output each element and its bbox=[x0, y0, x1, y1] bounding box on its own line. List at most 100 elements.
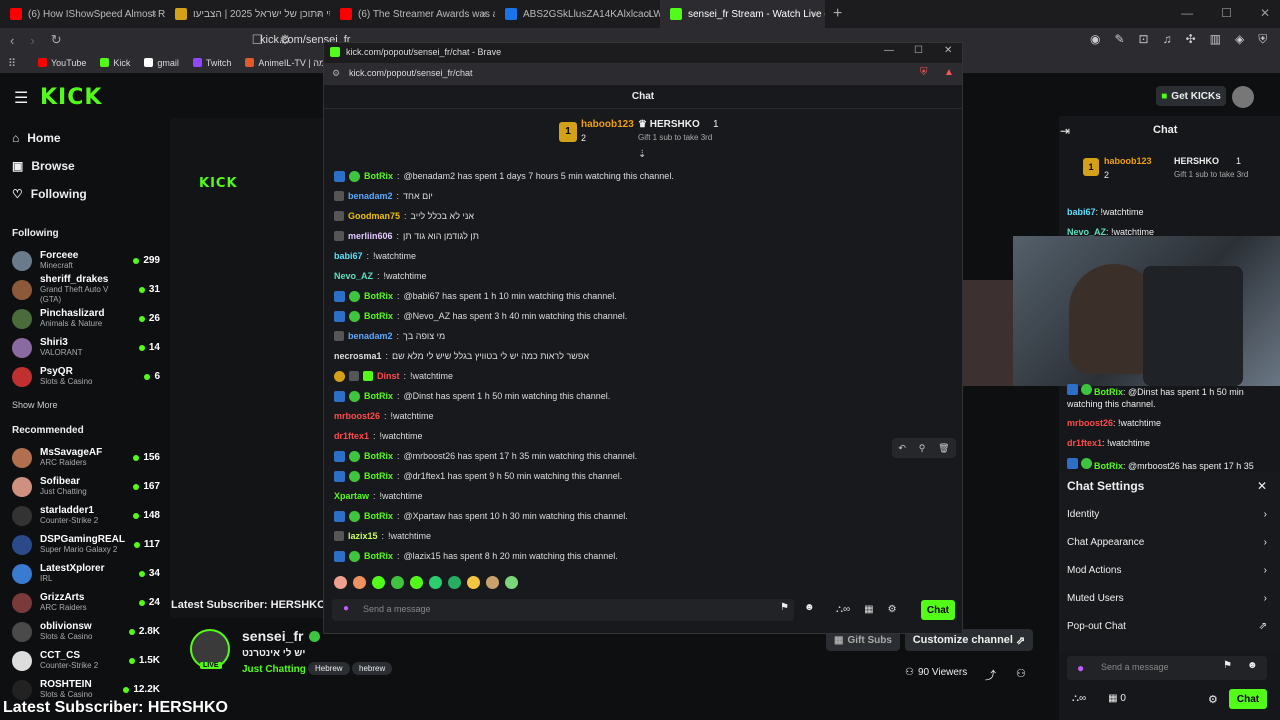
browser-tab[interactable]: (6) The Streamer Awards was a Disast× bbox=[330, 0, 495, 28]
right-message-input[interactable]: ● Send a message ⚑ ☻ bbox=[1067, 656, 1267, 680]
chat-username[interactable]: Goodman75 bbox=[348, 211, 400, 221]
reply-icon[interactable]: ↶ bbox=[898, 443, 906, 454]
channel-item[interactable]: LatestXplorer IRL 34 bbox=[12, 559, 160, 588]
chat-username[interactable]: BotRix bbox=[364, 511, 393, 521]
settings-icon[interactable]: ⚙ bbox=[888, 604, 897, 615]
chat-username[interactable]: BotRix bbox=[364, 391, 393, 401]
close-icon[interactable]: ✕ bbox=[944, 45, 952, 56]
close-icon[interactable]: ✕ bbox=[1260, 6, 1270, 20]
extension-icon[interactable]: ⊡ bbox=[1139, 32, 1149, 47]
window-controls[interactable]: — ☐ ✕ bbox=[1181, 6, 1270, 20]
channel-item[interactable]: DSPGamingREAL Super Mario Galaxy 2 117 bbox=[12, 530, 160, 559]
minimize-icon[interactable]: — bbox=[884, 45, 894, 56]
chat-username[interactable]: Nevo_AZ bbox=[334, 271, 373, 281]
chat-setting-item[interactable]: Pop-out Chat ⇗ bbox=[1067, 621, 1267, 632]
puzzle-icon[interactable]: ✣ bbox=[1186, 32, 1196, 47]
points-icon[interactable]: ⛬∞ bbox=[1072, 693, 1086, 704]
emoji-icon[interactable]: ☻ bbox=[804, 602, 815, 613]
minimize-icon[interactable]: — bbox=[1181, 6, 1193, 20]
chat-username[interactable]: BotRix bbox=[364, 551, 393, 561]
right-leader2-name[interactable]: HERSHKO bbox=[1174, 156, 1219, 166]
close-tab-icon[interactable]: × bbox=[316, 9, 322, 20]
site-info-icon[interactable]: ⚙ bbox=[332, 68, 340, 79]
chat-send-button[interactable]: Chat bbox=[921, 600, 955, 620]
nav-home[interactable]: ⌂ Home bbox=[12, 131, 87, 145]
chat-username[interactable]: Xpartaw bbox=[334, 491, 369, 501]
nav-following[interactable]: ♡ Following bbox=[12, 187, 87, 201]
close-tab-icon[interactable]: × bbox=[811, 9, 817, 20]
leader2-name[interactable]: ♛ HERSHKO bbox=[638, 119, 700, 130]
close-tab-icon[interactable]: × bbox=[151, 9, 157, 20]
chat-username[interactable]: benadam2 bbox=[348, 191, 393, 201]
points-icon[interactable]: ⛬∞ bbox=[836, 604, 850, 615]
kick-logo[interactable]: KICK bbox=[40, 85, 102, 110]
expand-leaderboard-icon[interactable]: ⇣ bbox=[638, 149, 646, 160]
get-kicks-button[interactable]: ■ Get KICKs bbox=[1156, 86, 1226, 106]
wallet-icon[interactable]: ◈ bbox=[1235, 32, 1244, 47]
emote-icon[interactable] bbox=[353, 576, 366, 589]
emote-icon[interactable] bbox=[391, 576, 404, 589]
channel-item[interactable]: sheriff_drakes Grand Theft Auto V (GTA) 31 bbox=[12, 274, 160, 304]
reload-icon[interactable]: ↻ bbox=[51, 32, 62, 48]
chat-username[interactable]: BotRix bbox=[364, 291, 393, 301]
maximize-icon[interactable]: ☐ bbox=[914, 45, 923, 56]
chat-username[interactable]: BotRix bbox=[364, 311, 393, 321]
gift-icon[interactable]: ▦ 0 bbox=[1108, 693, 1126, 704]
maximize-icon[interactable]: ☐ bbox=[1221, 6, 1232, 20]
emote-icon[interactable] bbox=[448, 576, 461, 589]
chat-username[interactable]: benadam2 bbox=[348, 331, 393, 341]
close-settings-icon[interactable]: ✕ bbox=[1257, 479, 1267, 493]
chat-username[interactable]: mrboost26 bbox=[334, 411, 380, 421]
emote-icon[interactable] bbox=[334, 576, 347, 589]
channel-item[interactable]: oblivionsw Slots & Casino 2.8K bbox=[12, 617, 160, 646]
browser-tab[interactable]: (6) How IShowSpeed Almost Ruined× bbox=[0, 0, 165, 28]
shield-icon[interactable]: ⛨ bbox=[1258, 32, 1267, 47]
kick-emote-icon[interactable]: ⚑ bbox=[780, 602, 789, 613]
chat-username[interactable]: babi67 bbox=[334, 251, 363, 261]
right-leader1-name[interactable]: haboob123 bbox=[1104, 156, 1152, 166]
back-icon[interactable]: ‹ bbox=[10, 33, 14, 48]
channel-item[interactable]: PsyQR Slots & Casino 6 bbox=[12, 362, 160, 391]
chat-username[interactable]: Dinst bbox=[377, 371, 400, 381]
chat-username[interactable]: BotRix bbox=[364, 451, 393, 461]
message-input[interactable]: ● Send a message ⚑ ☻ bbox=[332, 599, 815, 621]
emote-icon[interactable] bbox=[429, 576, 442, 589]
pin-icon[interactable]: ⚲ bbox=[919, 443, 926, 454]
follow-icon[interactable]: ⚇ bbox=[1016, 667, 1026, 680]
extension-icon[interactable]: ✎ bbox=[1114, 32, 1124, 47]
leader1-name[interactable]: haboob123 bbox=[581, 119, 634, 130]
channel-item[interactable]: MsSavageAF ARC Raiders 156 bbox=[12, 443, 160, 472]
emote-icon[interactable] bbox=[372, 576, 385, 589]
settings-icon[interactable]: ⚙ bbox=[1208, 693, 1218, 706]
hamburger-icon[interactable]: ☰ bbox=[14, 88, 28, 108]
tag-hebrew[interactable]: Hebrew bbox=[308, 662, 350, 675]
channel-item[interactable]: CCT_CS Counter-Strike 2 1.5K bbox=[12, 646, 160, 675]
emote-icon[interactable] bbox=[486, 576, 499, 589]
sidebar-icon[interactable]: ▥ bbox=[1210, 32, 1221, 47]
channel-item[interactable]: Pinchaslizard Animals & Nature 26 bbox=[12, 304, 160, 333]
brave-rewards-icon[interactable]: ▲ bbox=[944, 67, 954, 78]
tag-hebrew-lower[interactable]: hebrew bbox=[352, 662, 393, 675]
browser-tab[interactable]: sensei_fr Stream - Watch Live on × bbox=[660, 0, 825, 28]
extension-icon[interactable]: ◉ bbox=[1090, 32, 1100, 47]
emote-icon[interactable] bbox=[505, 576, 518, 589]
chat-username[interactable]: necrosma1 bbox=[334, 351, 382, 361]
bookmark-item[interactable]: gmail bbox=[144, 58, 179, 68]
emote-icon[interactable] bbox=[467, 576, 480, 589]
bookmark-item[interactable]: Kick bbox=[100, 58, 130, 68]
emote-icon[interactable] bbox=[410, 576, 423, 589]
chat-username[interactable]: lazix15 bbox=[348, 531, 378, 541]
nav-browse[interactable]: ▣ Browse bbox=[12, 159, 87, 173]
media-icon[interactable]: ♫ bbox=[1163, 32, 1172, 47]
channel-item[interactable]: GrizzArts ARC Raiders 24 bbox=[12, 588, 160, 617]
right-chat-send-button[interactable]: Chat bbox=[1229, 689, 1267, 709]
forward-icon[interactable]: › bbox=[30, 33, 34, 48]
close-tab-icon[interactable]: × bbox=[481, 9, 487, 20]
collapse-chat-icon[interactable]: ⇥ bbox=[1060, 124, 1070, 138]
user-avatar[interactable] bbox=[1232, 86, 1254, 108]
new-tab-icon[interactable]: + bbox=[825, 5, 850, 23]
browser-tab[interactable]: ABS2GSkLlusZA14KAlxlcacLWd87EfY× bbox=[495, 0, 660, 28]
chat-setting-item[interactable]: Chat Appearance › bbox=[1067, 537, 1267, 548]
channel-item[interactable]: starladder1 Counter-Strike 2 148 bbox=[12, 501, 160, 530]
chat-username[interactable]: BotRix bbox=[364, 171, 393, 181]
